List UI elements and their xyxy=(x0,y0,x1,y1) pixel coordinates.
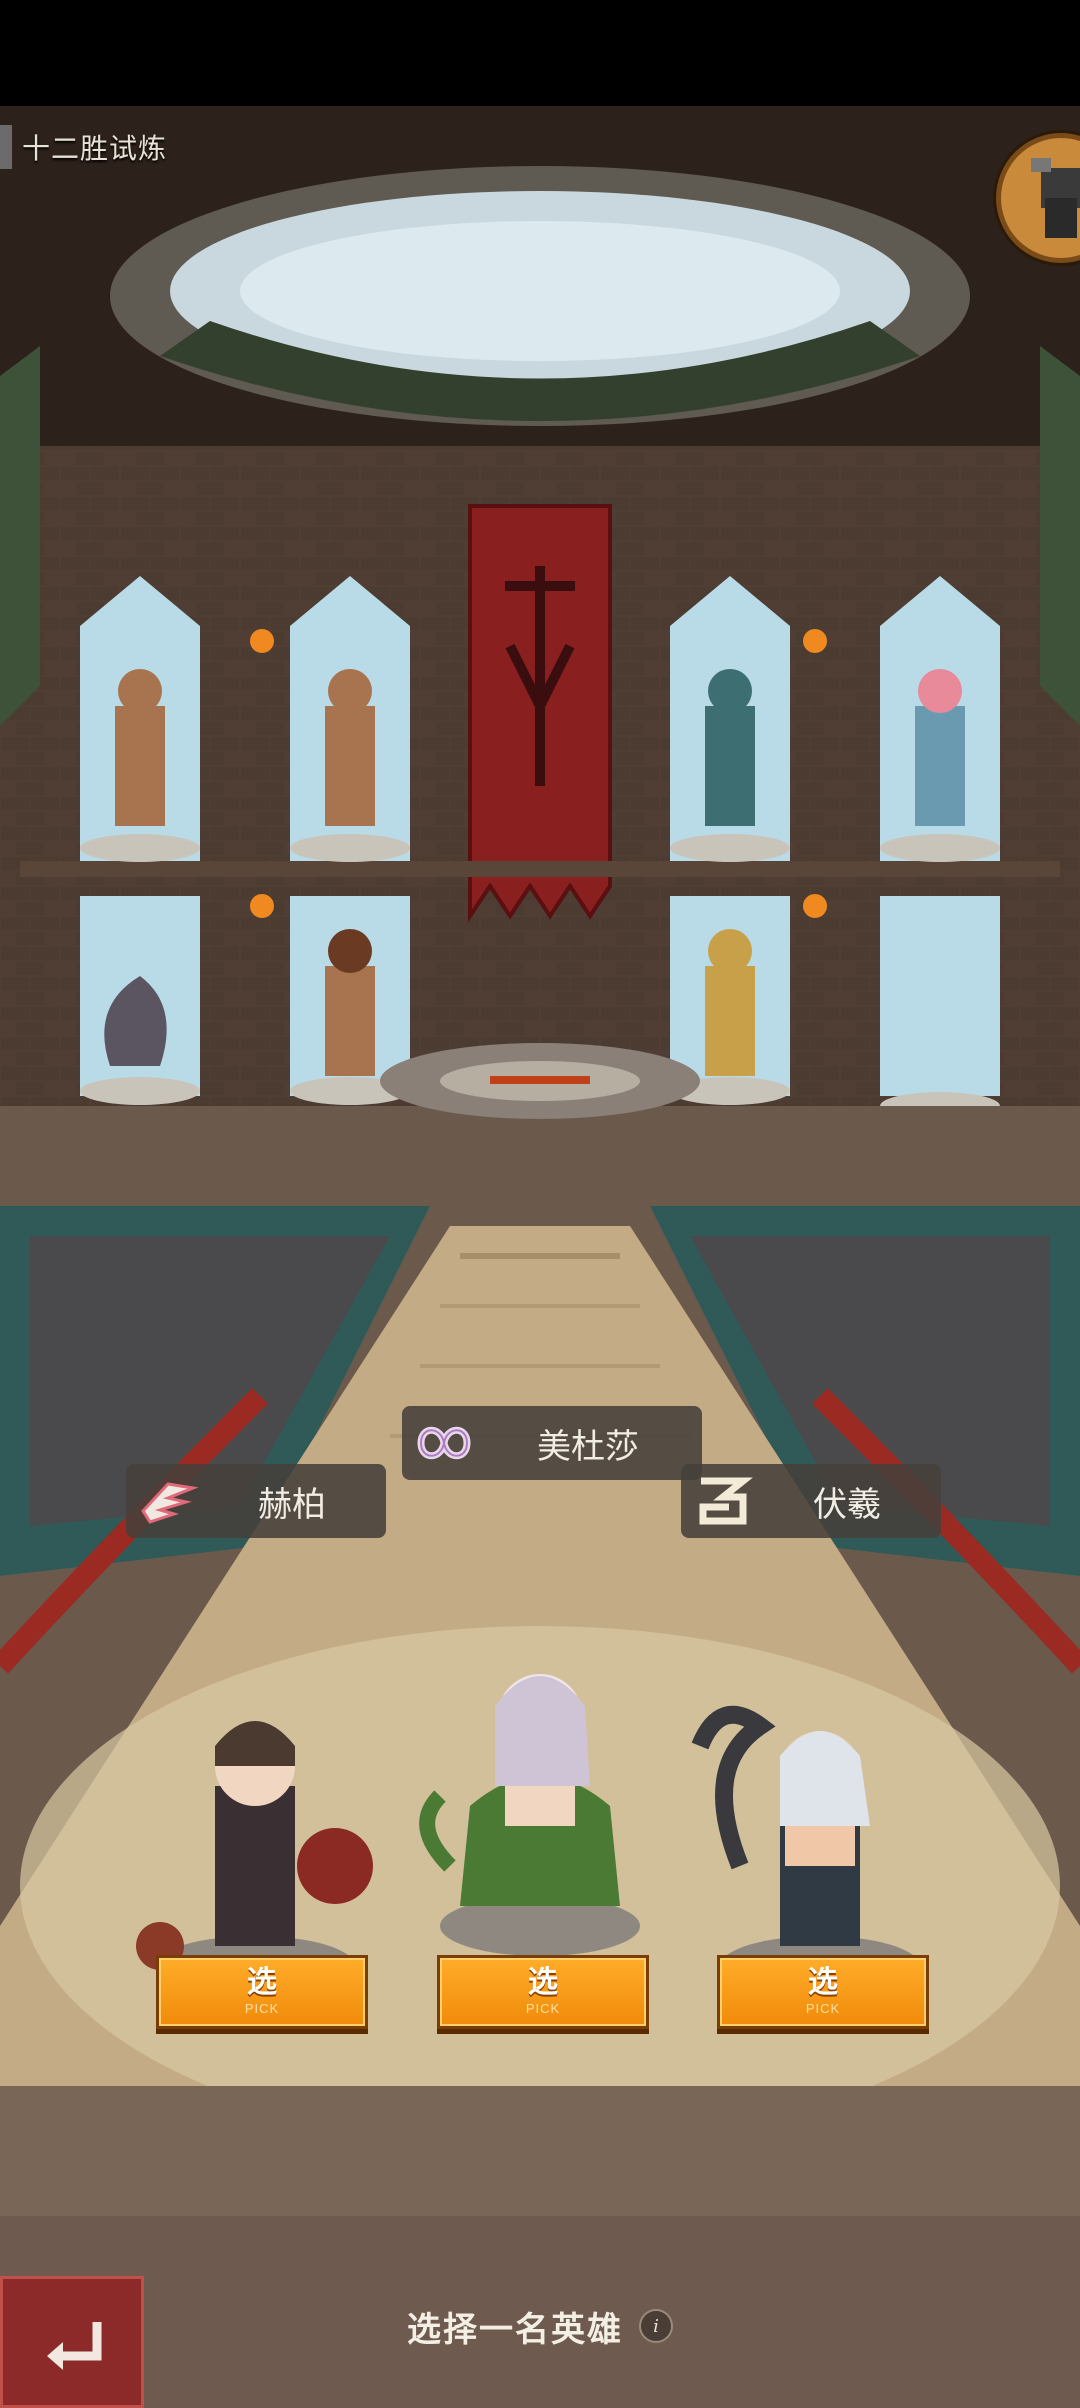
title-bar-marker xyxy=(0,125,12,169)
wing-icon xyxy=(132,1465,204,1537)
pick-button-fuxi[interactable]: 选 PICK xyxy=(717,1955,929,2029)
hero-name-tag-hebe: 赫柏 xyxy=(126,1464,386,1538)
pick-button-sublabel: PICK xyxy=(244,2001,280,2016)
mode-title: 十二胜试炼 xyxy=(0,122,167,172)
mode-title-text: 十二胜试炼 xyxy=(22,132,168,165)
prompt-text: 选择一名英雄 xyxy=(407,2309,623,2350)
swirl-icon xyxy=(687,1465,759,1537)
pick-button-label: 选 xyxy=(808,1965,838,2000)
pick-button-sublabel: PICK xyxy=(805,2001,841,2016)
pick-button-sublabel: PICK xyxy=(525,2001,561,2016)
pick-button-label: 选 xyxy=(247,1965,277,2000)
game-screen: 十二胜试炼 赫柏 美杜莎 伏羲 选 PICK 选 PICK 选 PICK 选择一… xyxy=(0,0,1080,2408)
select-hero-prompt: 选择一名英雄 i xyxy=(0,2296,1080,2356)
avatar-sprite-icon xyxy=(1031,158,1080,238)
hero-name-medusa: 美杜莎 xyxy=(537,1426,639,1467)
pick-button-hebe[interactable]: 选 PICK xyxy=(156,1955,368,2029)
hero-name-hebe: 赫柏 xyxy=(258,1484,326,1525)
hero-name-fuxi: 伏羲 xyxy=(813,1484,881,1525)
info-icon[interactable]: i xyxy=(639,2309,673,2343)
hero-name-tag-fuxi: 伏羲 xyxy=(681,1464,941,1538)
infinity-icon xyxy=(408,1407,480,1479)
arena-scene xyxy=(0,106,1080,2216)
pick-button-label: 选 xyxy=(528,1965,558,2000)
pick-button-medusa[interactable]: 选 PICK xyxy=(437,1955,649,2029)
hero-name-tag-medusa: 美杜莎 xyxy=(402,1406,702,1480)
